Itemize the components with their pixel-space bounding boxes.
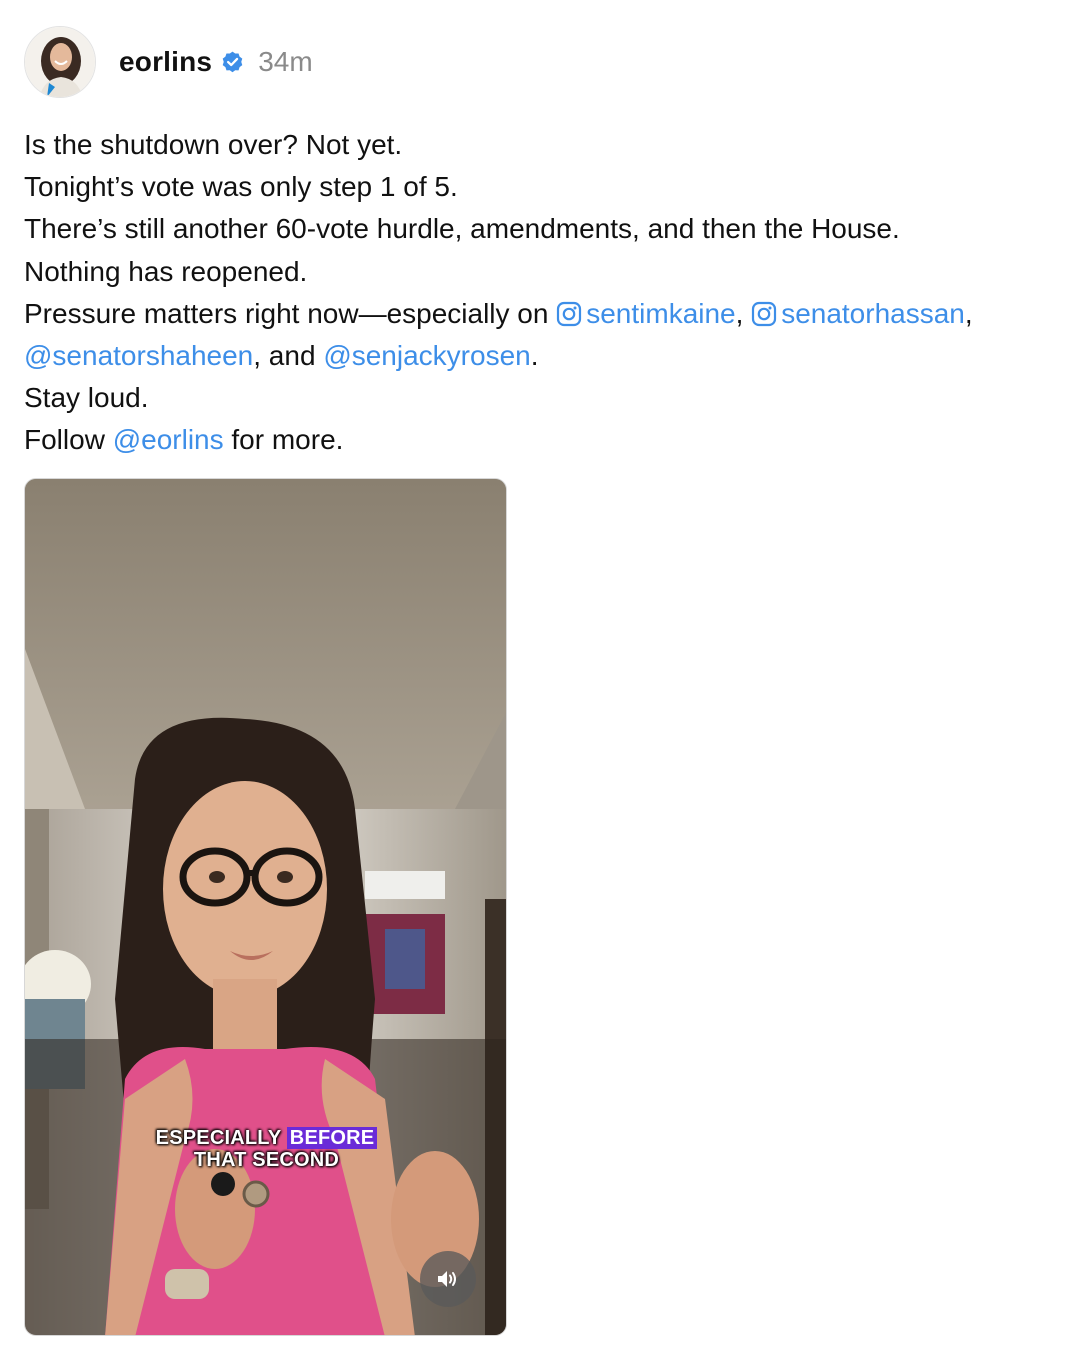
verified-badge-icon <box>220 50 245 75</box>
mention-text: senatorhassan <box>781 297 965 329</box>
instagram-icon <box>556 301 582 327</box>
caption-line: Tonight’s vote was only step 1 of 5. <box>24 171 458 203</box>
video-subtitle: ESPECIALLY BEFORE THAT SECOND <box>25 1127 506 1171</box>
mention-link-eorlins[interactable]: @eorlins <box>113 424 224 455</box>
mention-link-senatorshaheen[interactable]: @senatorshaheen <box>24 340 253 371</box>
caption-text: , and <box>253 340 324 372</box>
caption-line-mentions-2: @senatorshaheen, and @senjackyrosen. <box>24 335 1074 377</box>
username[interactable]: eorlins <box>119 46 212 78</box>
subtitle-text: ESPECIALLY <box>155 1127 287 1149</box>
mute-toggle-button[interactable] <box>420 1251 476 1307</box>
video-player[interactable]: ESPECIALLY BEFORE THAT SECOND <box>24 478 507 1336</box>
mention-link-senjackyrosen[interactable]: @senjackyrosen <box>323 340 530 371</box>
mention-link-senatorhassan[interactable]: senatorhassan <box>751 298 965 329</box>
caption-text: Follow <box>24 424 113 456</box>
caption-text: , <box>964 297 973 329</box>
post-timestamp: 34m <box>258 46 313 77</box>
caption-text: Pressure matters right now—especially on <box>24 297 557 329</box>
speaker-muted-icon <box>436 1268 460 1290</box>
subtitle-highlight: BEFORE <box>286 1127 378 1149</box>
caption-line: Is the shutdown over? Not yet. <box>24 129 403 160</box>
caption-line: Nothing has reopened. <box>24 255 308 287</box>
instagram-icon <box>751 301 777 327</box>
caption-line-mentions: Pressure matters right now—especially on… <box>24 293 1074 335</box>
mention-link-sentimkaine[interactable]: sentimkaine <box>556 297 736 329</box>
post-caption: Is the shutdown over? Not yet. Tonight’s… <box>24 124 1074 462</box>
video-frame <box>25 479 506 1335</box>
mention-text: sentimkaine <box>586 297 736 329</box>
caption-text: for more. <box>223 424 344 456</box>
subtitle-text: THAT SECOND <box>193 1149 340 1171</box>
avatar[interactable] <box>24 26 96 98</box>
caption-text: . <box>530 340 539 372</box>
caption-line-follow: Follow @eorlins for more. <box>24 419 1074 461</box>
caption-text: , <box>735 297 752 329</box>
caption-line: Stay loud. <box>24 382 149 414</box>
caption-line: There’s still another 60-vote hurdle, am… <box>24 213 900 245</box>
post-header: eorlins 34m <box>24 26 313 98</box>
